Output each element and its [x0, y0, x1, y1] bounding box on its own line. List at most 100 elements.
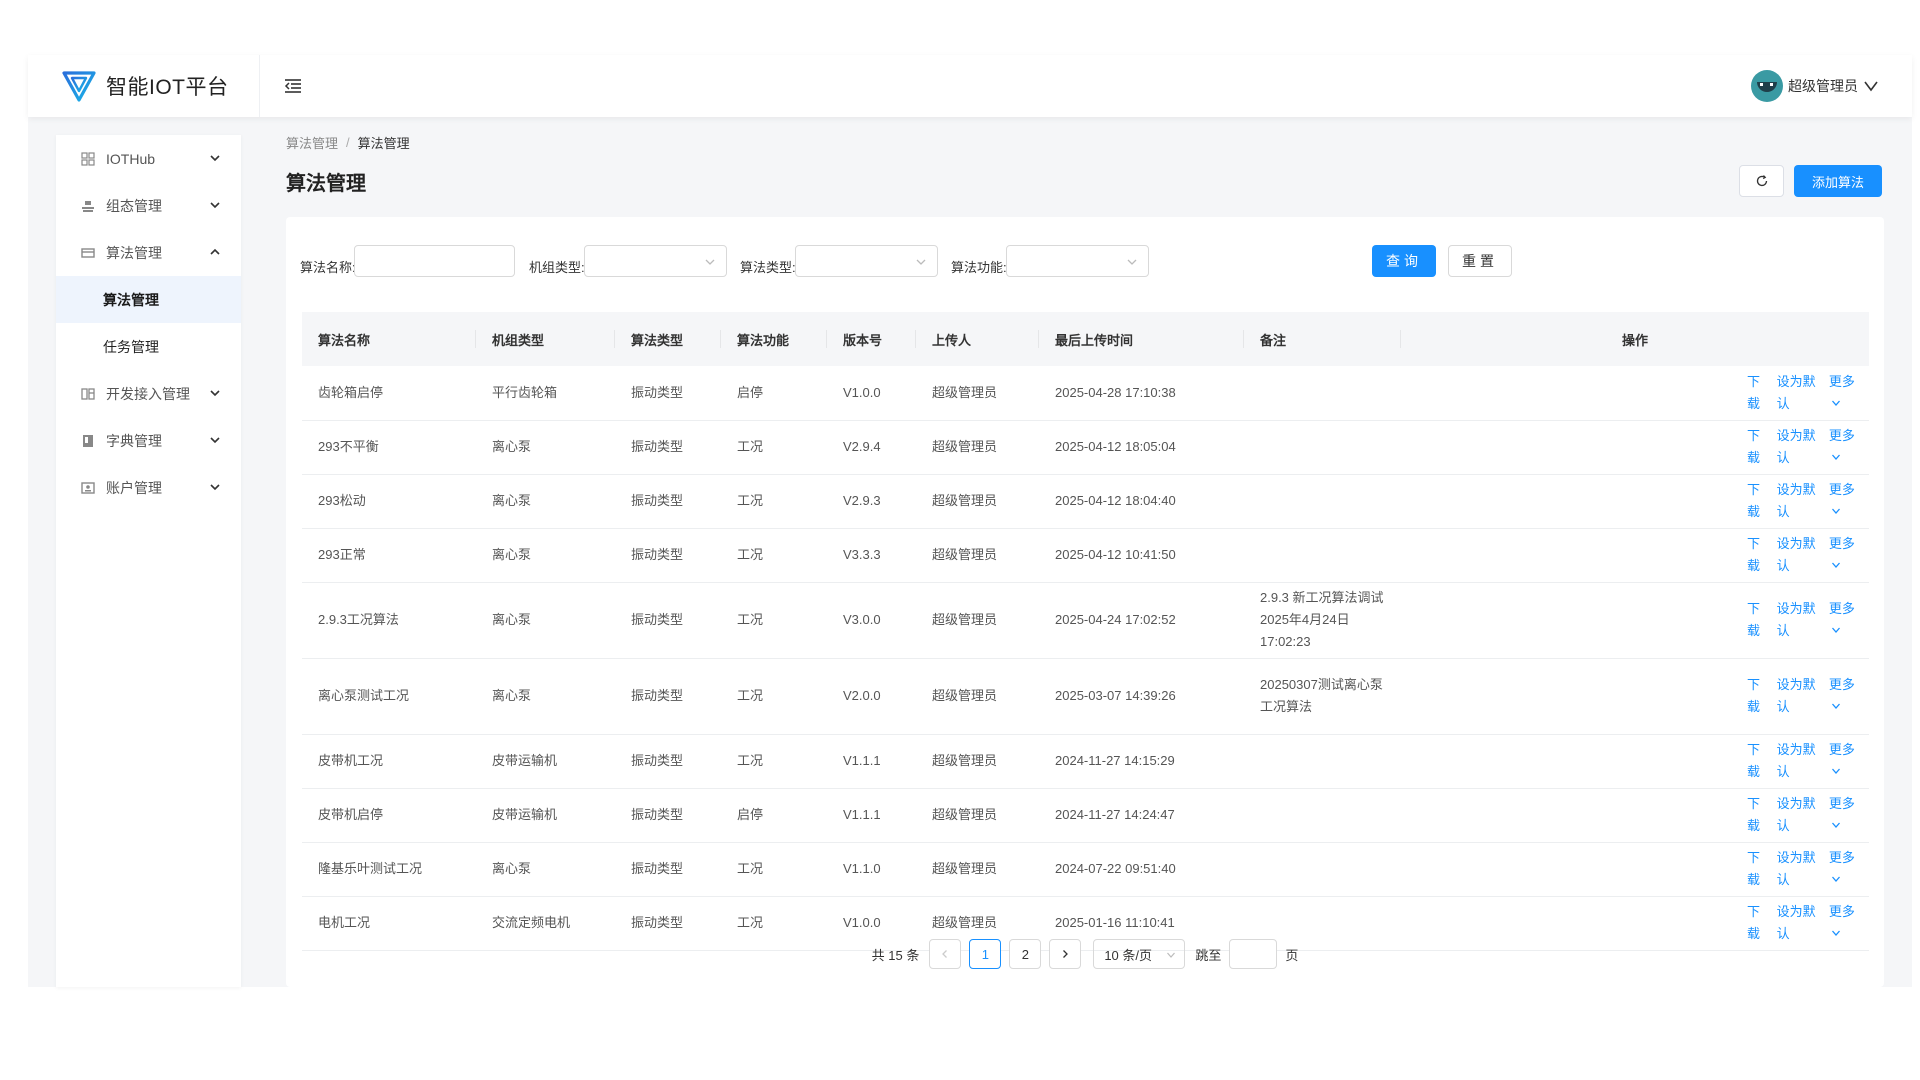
more-dropdown[interactable]: 更多 [1829, 533, 1862, 577]
chevron-down-icon [1864, 81, 1878, 92]
reset-button[interactable]: 重置 [1448, 245, 1512, 277]
set-default-link[interactable]: 设为默认 [1777, 847, 1822, 891]
sidebar-subitem-algorithm-manage[interactable]: 算法管理 [56, 276, 241, 323]
cell-uploader: 超级管理员 [916, 528, 1039, 583]
chevron-down-icon [1831, 703, 1840, 709]
download-link[interactable]: 下载 [1747, 598, 1770, 642]
more-dropdown[interactable]: 更多 [1829, 739, 1862, 783]
avatar [1751, 70, 1783, 102]
set-default-link[interactable]: 设为默认 [1777, 371, 1822, 415]
download-link[interactable]: 下载 [1747, 533, 1770, 577]
sidebar-item-iothub[interactable]: IOTHub [56, 135, 241, 182]
cell-unit: 离心泵 [476, 842, 615, 897]
set-default-link[interactable]: 设为默认 [1777, 425, 1822, 469]
sidebar-item-config[interactable]: 组态管理 [56, 182, 241, 229]
cell-func: 工况 [721, 420, 827, 475]
sidebar-subitem-task-manage[interactable]: 任务管理 [56, 323, 241, 370]
cell-actions: 下载 设为默认 更多 [1401, 658, 1869, 735]
cell-unit: 皮带运输机 [476, 734, 615, 789]
cell-note: 2.9.3 新工况算法调试 2025年4月24日17:02:23 [1244, 582, 1401, 659]
algorithm-name-input[interactable] [354, 245, 515, 277]
breadcrumb-parent[interactable]: 算法管理 [286, 133, 338, 152]
chevron-down-icon [1831, 562, 1840, 568]
algorithm-function-select[interactable] [1006, 245, 1149, 277]
more-dropdown[interactable]: 更多 [1829, 371, 1862, 415]
more-dropdown[interactable]: 更多 [1829, 425, 1862, 469]
more-label: 更多 [1828, 536, 1855, 551]
download-link[interactable]: 下载 [1747, 371, 1770, 415]
row-actions: 下载 设为默认 更多 [1417, 371, 1869, 415]
algorithm-type-select[interactable] [795, 245, 938, 277]
filter-name-label: 算法名称: [300, 260, 356, 275]
cell-name: 皮带机工况 [302, 734, 476, 789]
filter-unit-type-label: 机组类型: [529, 260, 585, 275]
cell-name: 皮带机启停 [302, 788, 476, 843]
pagination: 共 15 条 1 2 10 条/页 跳至 页 [286, 937, 1884, 971]
logo[interactable]: 智能IOT平台 [28, 55, 260, 117]
cell-version: V3.3.3 [827, 528, 916, 583]
row-actions: 下载 设为默认 更多 [1417, 793, 1869, 837]
user-menu[interactable]: 超级管理员 [1751, 70, 1878, 102]
cell-unit: 离心泵 [476, 474, 615, 529]
cell-version: V1.1.1 [827, 788, 916, 843]
next-page-button[interactable] [1049, 939, 1082, 969]
add-algorithm-button[interactable]: 添加算法 [1794, 165, 1882, 197]
column-header: 备注 [1244, 312, 1401, 366]
set-default-link[interactable]: 设为默认 [1777, 739, 1822, 783]
unit-type-select[interactable] [584, 245, 727, 277]
download-link[interactable]: 下载 [1747, 739, 1770, 783]
sidebar-item-account[interactable]: 账户管理 [56, 464, 241, 511]
download-link[interactable]: 下载 [1747, 793, 1770, 837]
page-2-button[interactable]: 2 [1009, 939, 1042, 969]
more-dropdown[interactable]: 更多 [1829, 674, 1862, 718]
more-dropdown[interactable]: 更多 [1829, 847, 1862, 891]
row-actions: 下载 设为默认 更多 [1417, 598, 1869, 642]
menu-fold-icon[interactable] [282, 75, 304, 97]
chevron-down-icon [1831, 400, 1840, 406]
download-link[interactable]: 下载 [1747, 847, 1770, 891]
chevron-right-icon [1063, 950, 1069, 958]
filter-algo-type-label: 算法类型: [740, 260, 796, 275]
page-1-button[interactable]: 1 [969, 939, 1002, 969]
cell-uploader: 超级管理员 [916, 842, 1039, 897]
cell-version: V2.0.0 [827, 658, 916, 735]
more-dropdown[interactable]: 更多 [1829, 793, 1862, 837]
cell-func: 工况 [721, 582, 827, 659]
chevron-down-icon [210, 202, 220, 209]
jump-page-input[interactable] [1229, 939, 1278, 969]
cell-func: 工况 [721, 734, 827, 789]
sidebar-item-dictionary[interactable]: 字典管理 [56, 417, 241, 464]
set-default-link[interactable]: 设为默认 [1777, 674, 1822, 718]
cell-version: V1.1.1 [827, 734, 916, 789]
more-dropdown[interactable]: 更多 [1829, 479, 1862, 523]
download-link[interactable]: 下载 [1747, 674, 1770, 718]
cell-uploader: 超级管理员 [916, 420, 1039, 475]
chevron-left-icon [942, 950, 948, 958]
prev-page-button[interactable] [929, 939, 962, 969]
cell-actions: 下载 设为默认 更多 [1401, 366, 1869, 421]
sidebar-item-algorithm[interactable]: 算法管理 [56, 229, 241, 276]
more-label: 更多 [1828, 373, 1855, 389]
cell-type: 振动类型 [615, 366, 721, 421]
cell-func: 工况 [721, 842, 827, 897]
set-default-link[interactable]: 设为默认 [1777, 479, 1822, 523]
page-size-select[interactable]: 10 条/页 [1093, 939, 1186, 969]
more-dropdown[interactable]: 更多 [1829, 598, 1862, 642]
cell-type: 振动类型 [615, 420, 721, 475]
download-link[interactable]: 下载 [1747, 425, 1770, 469]
more-label: 更多 [1828, 482, 1855, 497]
download-link[interactable]: 下载 [1747, 479, 1770, 523]
cell-func: 启停 [721, 788, 827, 843]
refresh-button[interactable] [1739, 165, 1784, 197]
cell-type: 振动类型 [615, 788, 721, 843]
cell-type: 振动类型 [615, 842, 721, 897]
more-label: 更多 [1828, 850, 1855, 865]
query-button[interactable]: 查询 [1372, 245, 1436, 277]
sidebar-item-dev-access[interactable]: 开发接入管理 [56, 370, 241, 417]
page-title: 算法管理 [286, 173, 366, 195]
row-actions: 下载 设为默认 更多 [1417, 847, 1869, 891]
set-default-link[interactable]: 设为默认 [1777, 598, 1822, 642]
set-default-link[interactable]: 设为默认 [1777, 533, 1822, 577]
cell-unit: 离心泵 [476, 658, 615, 735]
set-default-link[interactable]: 设为默认 [1777, 793, 1822, 837]
